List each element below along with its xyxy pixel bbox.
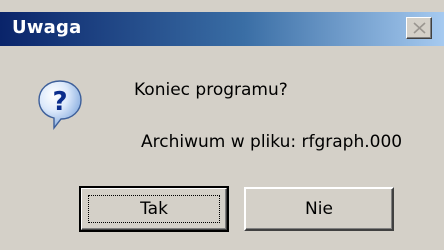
message-question: Koniec programu? [134, 80, 288, 100]
no-button-label: Nie [305, 199, 333, 219]
question-icon: ? [38, 80, 82, 130]
yes-button-label: Tak [140, 199, 168, 219]
yes-button[interactable]: Tak [79, 186, 229, 232]
close-button[interactable] [406, 17, 432, 39]
dialog-window: Uwaga ? Koniec programu? Archiwum w plik… [0, 0, 444, 250]
close-icon [413, 22, 426, 34]
title-bar[interactable]: Uwaga [0, 12, 444, 46]
no-button[interactable]: Nie [244, 187, 394, 231]
message-archive-file: Archiwum w pliku: rfgraph.000 [141, 132, 403, 152]
svg-text:?: ? [52, 87, 67, 117]
window-title: Uwaga [12, 17, 82, 38]
